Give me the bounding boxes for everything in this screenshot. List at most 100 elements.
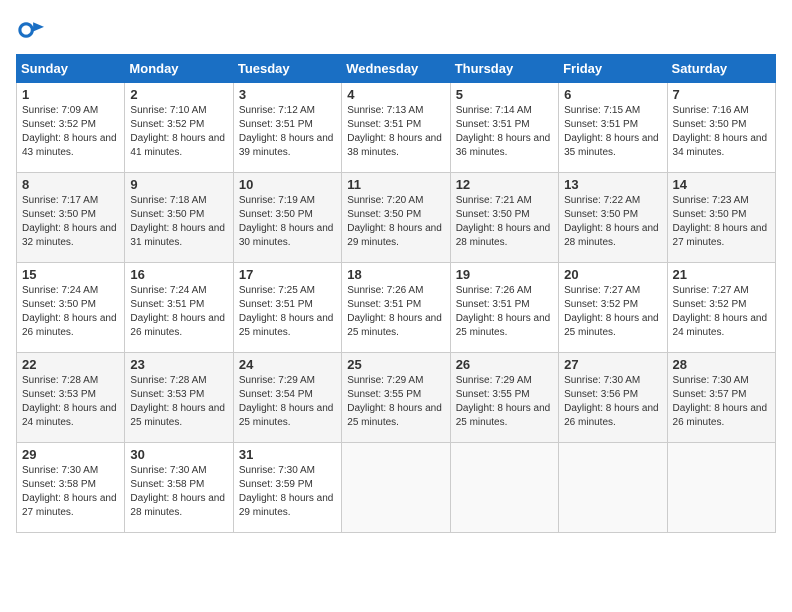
day-info: Sunrise: 7:30 AMSunset: 3:57 PMDaylight:…: [673, 375, 768, 428]
calendar-cell: [559, 443, 667, 533]
day-info: Sunrise: 7:29 AMSunset: 3:54 PMDaylight:…: [239, 375, 334, 428]
day-number: 15: [22, 267, 119, 282]
weekday-header-friday: Friday: [559, 55, 667, 83]
day-info: Sunrise: 7:25 AMSunset: 3:51 PMDaylight:…: [239, 285, 334, 338]
calendar-cell: 21 Sunrise: 7:27 AMSunset: 3:52 PMDaylig…: [667, 263, 775, 353]
day-number: 31: [239, 447, 336, 462]
calendar-cell: 11 Sunrise: 7:20 AMSunset: 3:50 PMDaylig…: [342, 173, 450, 263]
day-number: 7: [673, 87, 770, 102]
calendar-cell: 7 Sunrise: 7:16 AMSunset: 3:50 PMDayligh…: [667, 83, 775, 173]
day-info: Sunrise: 7:30 AMSunset: 3:56 PMDaylight:…: [564, 375, 659, 428]
calendar-cell: 9 Sunrise: 7:18 AMSunset: 3:50 PMDayligh…: [125, 173, 233, 263]
weekday-header-row: SundayMondayTuesdayWednesdayThursdayFrid…: [17, 55, 776, 83]
calendar-cell: [450, 443, 558, 533]
calendar-cell: 22 Sunrise: 7:28 AMSunset: 3:53 PMDaylig…: [17, 353, 125, 443]
day-number: 27: [564, 357, 661, 372]
day-info: Sunrise: 7:30 AMSunset: 3:58 PMDaylight:…: [130, 465, 225, 518]
calendar-cell: 4 Sunrise: 7:13 AMSunset: 3:51 PMDayligh…: [342, 83, 450, 173]
calendar-cell: 14 Sunrise: 7:23 AMSunset: 3:50 PMDaylig…: [667, 173, 775, 263]
day-info: Sunrise: 7:15 AMSunset: 3:51 PMDaylight:…: [564, 105, 659, 158]
day-info: Sunrise: 7:29 AMSunset: 3:55 PMDaylight:…: [347, 375, 442, 428]
day-number: 26: [456, 357, 553, 372]
calendar-week-row: 8 Sunrise: 7:17 AMSunset: 3:50 PMDayligh…: [17, 173, 776, 263]
day-number: 28: [673, 357, 770, 372]
day-info: Sunrise: 7:23 AMSunset: 3:50 PMDaylight:…: [673, 195, 768, 248]
day-number: 5: [456, 87, 553, 102]
calendar-cell: 20 Sunrise: 7:27 AMSunset: 3:52 PMDaylig…: [559, 263, 667, 353]
day-info: Sunrise: 7:27 AMSunset: 3:52 PMDaylight:…: [564, 285, 659, 338]
logo-icon: [16, 16, 44, 44]
day-info: Sunrise: 7:26 AMSunset: 3:51 PMDaylight:…: [456, 285, 551, 338]
day-info: Sunrise: 7:27 AMSunset: 3:52 PMDaylight:…: [673, 285, 768, 338]
calendar-week-row: 22 Sunrise: 7:28 AMSunset: 3:53 PMDaylig…: [17, 353, 776, 443]
day-number: 22: [22, 357, 119, 372]
day-info: Sunrise: 7:24 AMSunset: 3:50 PMDaylight:…: [22, 285, 117, 338]
day-number: 21: [673, 267, 770, 282]
calendar-cell: 30 Sunrise: 7:30 AMSunset: 3:58 PMDaylig…: [125, 443, 233, 533]
day-info: Sunrise: 7:13 AMSunset: 3:51 PMDaylight:…: [347, 105, 442, 158]
calendar-cell: 16 Sunrise: 7:24 AMSunset: 3:51 PMDaylig…: [125, 263, 233, 353]
calendar-cell: 27 Sunrise: 7:30 AMSunset: 3:56 PMDaylig…: [559, 353, 667, 443]
weekday-header-tuesday: Tuesday: [233, 55, 341, 83]
weekday-header-saturday: Saturday: [667, 55, 775, 83]
day-info: Sunrise: 7:14 AMSunset: 3:51 PMDaylight:…: [456, 105, 551, 158]
calendar-cell: 25 Sunrise: 7:29 AMSunset: 3:55 PMDaylig…: [342, 353, 450, 443]
calendar-cell: 3 Sunrise: 7:12 AMSunset: 3:51 PMDayligh…: [233, 83, 341, 173]
day-info: Sunrise: 7:26 AMSunset: 3:51 PMDaylight:…: [347, 285, 442, 338]
calendar-cell: 29 Sunrise: 7:30 AMSunset: 3:58 PMDaylig…: [17, 443, 125, 533]
day-info: Sunrise: 7:28 AMSunset: 3:53 PMDaylight:…: [22, 375, 117, 428]
logo: [16, 16, 48, 44]
day-number: 4: [347, 87, 444, 102]
day-number: 9: [130, 177, 227, 192]
day-number: 3: [239, 87, 336, 102]
day-number: 13: [564, 177, 661, 192]
day-number: 17: [239, 267, 336, 282]
day-info: Sunrise: 7:09 AMSunset: 3:52 PMDaylight:…: [22, 105, 117, 158]
day-number: 23: [130, 357, 227, 372]
day-info: Sunrise: 7:29 AMSunset: 3:55 PMDaylight:…: [456, 375, 551, 428]
calendar-week-row: 1 Sunrise: 7:09 AMSunset: 3:52 PMDayligh…: [17, 83, 776, 173]
day-number: 8: [22, 177, 119, 192]
day-number: 11: [347, 177, 444, 192]
calendar-cell: 1 Sunrise: 7:09 AMSunset: 3:52 PMDayligh…: [17, 83, 125, 173]
calendar-cell: 6 Sunrise: 7:15 AMSunset: 3:51 PMDayligh…: [559, 83, 667, 173]
calendar-cell: 13 Sunrise: 7:22 AMSunset: 3:50 PMDaylig…: [559, 173, 667, 263]
calendar-cell: 2 Sunrise: 7:10 AMSunset: 3:52 PMDayligh…: [125, 83, 233, 173]
weekday-header-sunday: Sunday: [17, 55, 125, 83]
calendar-cell: 15 Sunrise: 7:24 AMSunset: 3:50 PMDaylig…: [17, 263, 125, 353]
day-number: 18: [347, 267, 444, 282]
calendar-cell: 19 Sunrise: 7:26 AMSunset: 3:51 PMDaylig…: [450, 263, 558, 353]
calendar-cell: 10 Sunrise: 7:19 AMSunset: 3:50 PMDaylig…: [233, 173, 341, 263]
calendar-cell: [342, 443, 450, 533]
day-info: Sunrise: 7:22 AMSunset: 3:50 PMDaylight:…: [564, 195, 659, 248]
calendar-cell: 31 Sunrise: 7:30 AMSunset: 3:59 PMDaylig…: [233, 443, 341, 533]
day-info: Sunrise: 7:21 AMSunset: 3:50 PMDaylight:…: [456, 195, 551, 248]
weekday-header-wednesday: Wednesday: [342, 55, 450, 83]
day-info: Sunrise: 7:16 AMSunset: 3:50 PMDaylight:…: [673, 105, 768, 158]
calendar-cell: [667, 443, 775, 533]
day-number: 20: [564, 267, 661, 282]
day-info: Sunrise: 7:12 AMSunset: 3:51 PMDaylight:…: [239, 105, 334, 158]
day-info: Sunrise: 7:18 AMSunset: 3:50 PMDaylight:…: [130, 195, 225, 248]
calendar-cell: 17 Sunrise: 7:25 AMSunset: 3:51 PMDaylig…: [233, 263, 341, 353]
calendar-cell: 12 Sunrise: 7:21 AMSunset: 3:50 PMDaylig…: [450, 173, 558, 263]
day-number: 24: [239, 357, 336, 372]
day-info: Sunrise: 7:20 AMSunset: 3:50 PMDaylight:…: [347, 195, 442, 248]
calendar-cell: 23 Sunrise: 7:28 AMSunset: 3:53 PMDaylig…: [125, 353, 233, 443]
calendar-cell: 5 Sunrise: 7:14 AMSunset: 3:51 PMDayligh…: [450, 83, 558, 173]
day-info: Sunrise: 7:10 AMSunset: 3:52 PMDaylight:…: [130, 105, 225, 158]
day-number: 10: [239, 177, 336, 192]
day-number: 14: [673, 177, 770, 192]
day-number: 2: [130, 87, 227, 102]
day-info: Sunrise: 7:24 AMSunset: 3:51 PMDaylight:…: [130, 285, 225, 338]
day-number: 19: [456, 267, 553, 282]
day-number: 6: [564, 87, 661, 102]
calendar-week-row: 15 Sunrise: 7:24 AMSunset: 3:50 PMDaylig…: [17, 263, 776, 353]
day-number: 25: [347, 357, 444, 372]
day-info: Sunrise: 7:19 AMSunset: 3:50 PMDaylight:…: [239, 195, 334, 248]
calendar-cell: 8 Sunrise: 7:17 AMSunset: 3:50 PMDayligh…: [17, 173, 125, 263]
calendar-cell: 26 Sunrise: 7:29 AMSunset: 3:55 PMDaylig…: [450, 353, 558, 443]
day-info: Sunrise: 7:30 AMSunset: 3:58 PMDaylight:…: [22, 465, 117, 518]
day-number: 30: [130, 447, 227, 462]
calendar-table: SundayMondayTuesdayWednesdayThursdayFrid…: [16, 54, 776, 533]
